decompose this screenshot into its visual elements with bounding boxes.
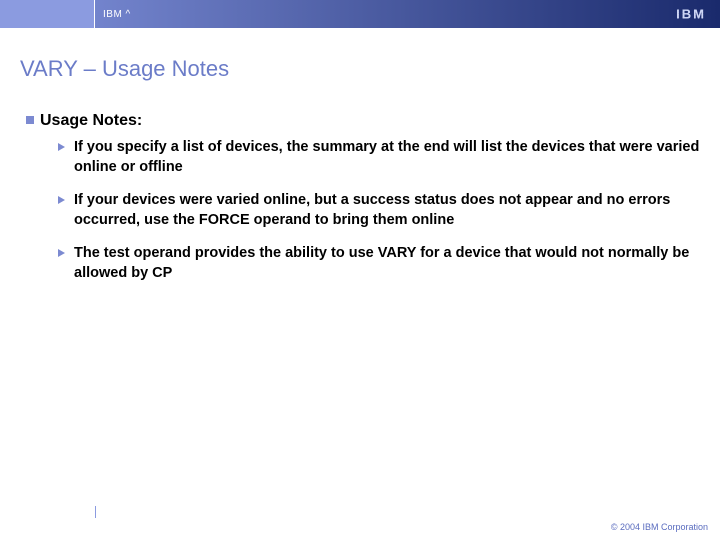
footer-accent-line [95, 506, 96, 518]
list-item: If your devices were varied online, but … [58, 191, 700, 230]
section-heading: Usage Notes: [26, 112, 700, 130]
list-item: If you specify a list of devices, the su… [58, 138, 700, 177]
header-brand-text: IBM ^ [103, 9, 131, 20]
slide-header: IBM ^ IBM [0, 0, 720, 28]
header-accent-block [0, 0, 95, 28]
bullet-list: If you specify a list of devices, the su… [58, 138, 700, 283]
slide-content: Usage Notes: If you specify a list of de… [26, 112, 700, 283]
ibm-logo-icon: IBM [676, 7, 706, 22]
footer-copyright: © 2004 IBM Corporation [611, 522, 708, 532]
list-item: The test operand provides the ability to… [58, 244, 700, 283]
slide-title: VARY – Usage Notes [20, 56, 720, 82]
